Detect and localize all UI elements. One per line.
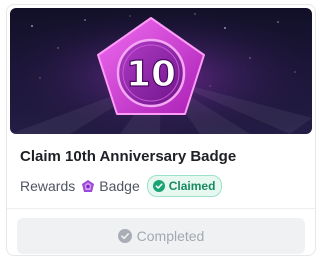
claimed-label: Claimed [168,179,216,193]
reward-type: Badge [99,178,140,194]
badge-banner-image: 10 [10,8,312,134]
check-circle-icon [152,180,165,192]
badge-gem-icon [81,179,95,193]
rewards-label: Rewards [20,178,76,194]
reward-row: Rewards Badge Claimed [20,175,223,197]
check-circle-icon [117,229,132,243]
completed-label: Completed [136,228,205,244]
badge-title: Claim 10th Anniversary Badge [20,148,237,165]
badge-card: 10 Claim 10th Anniversary Badge Rewards … [6,4,316,256]
claimed-badge: Claimed [146,175,223,197]
badge-emblem-text: 10 [126,54,176,95]
completed-button[interactable]: Completed [17,218,305,254]
divider [7,208,315,209]
